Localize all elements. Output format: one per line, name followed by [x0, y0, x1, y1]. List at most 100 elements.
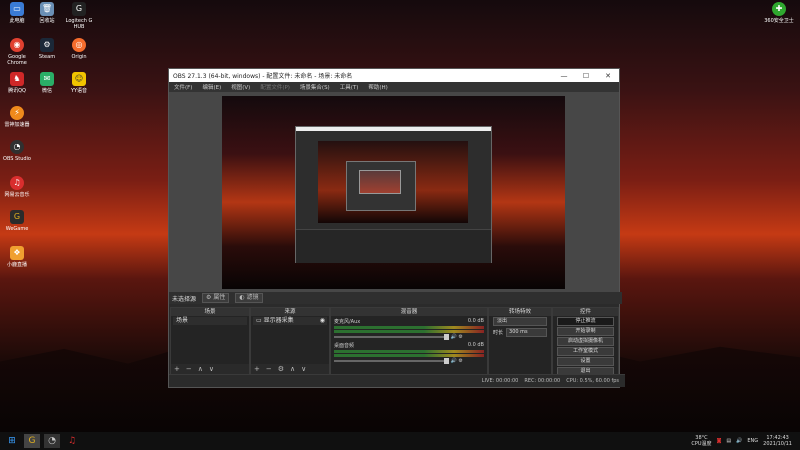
menu-bar: 文件(F) 编辑(E) 视图(V) 配置文件(P) 场景集合(S) 工具(T) …	[169, 82, 619, 92]
recursive-docks	[296, 229, 491, 263]
title-bar[interactable]: OBS 27.1.3 (64-bit, windows) - 配置文件: 未命名…	[169, 69, 619, 82]
yy-icon: ☺	[72, 72, 86, 86]
language-indicator[interactable]: ENG	[747, 438, 758, 444]
computer-icon: ▭	[10, 2, 24, 16]
menu-file[interactable]: 文件(F)	[169, 83, 197, 91]
logitech-icon: G	[72, 2, 86, 16]
speaker-icon[interactable]: 🔊	[451, 334, 457, 340]
desktop-icon-wegame[interactable]: G WeGame	[0, 210, 34, 232]
add-icon[interactable]: +	[174, 365, 180, 373]
origin-icon: ◎	[72, 38, 86, 52]
channel-db: 0.0 dB	[467, 342, 484, 348]
channel-name: 麦克风/Aux	[334, 319, 361, 325]
obs-window[interactable]: OBS 27.1.3 (64-bit, windows) - 配置文件: 未命名…	[168, 68, 625, 388]
volume-meter	[334, 326, 484, 329]
cpu-status: CPU: 0.5%, 60.00 fps	[566, 378, 619, 384]
desktop-icon-xiaolu[interactable]: ❖ 小鹿直播	[0, 246, 34, 268]
recursive-preview	[318, 141, 468, 223]
desktop-icon-steam[interactable]: ⚙ Steam	[30, 38, 64, 60]
clock-date: 2021/10/11	[763, 441, 792, 447]
start-recording-button[interactable]: 开始录制	[557, 327, 614, 336]
maximize-icon[interactable]: ☐	[575, 72, 597, 80]
slider-knob[interactable]	[444, 334, 449, 340]
desktop-icon-360[interactable]: ✚ 360安全卫士	[762, 2, 796, 24]
remove-icon[interactable]: −	[266, 365, 272, 373]
sources-header: 来源	[251, 308, 329, 316]
mixer-channel-mic: 麦克风/Aux 0.0 dB 🔊 ⚙	[334, 318, 484, 340]
remove-icon[interactable]: −	[186, 365, 192, 373]
transitions-header: 转场特效	[489, 308, 551, 316]
recursive-preview-2	[359, 170, 401, 194]
menu-help[interactable]: 帮助(H)	[363, 83, 392, 91]
minimize-icon[interactable]: —	[553, 72, 575, 80]
desktop-icon-obs[interactable]: ◔ OBS Studio	[0, 140, 34, 162]
obs-icon: ◔	[10, 140, 24, 154]
duration-label: 时长	[493, 330, 504, 336]
desktop-icon-qq[interactable]: ♞ 腾讯QQ	[0, 72, 34, 94]
rec-status: REC: 00:00:00	[524, 378, 561, 384]
recursive-title-bar	[296, 127, 491, 131]
transition-select[interactable]: 淡出	[493, 317, 547, 326]
menu-view[interactable]: 视图(V)	[226, 83, 255, 91]
wechat-icon: ✉	[40, 72, 54, 86]
move-down-icon[interactable]: ∨	[209, 365, 214, 373]
recycle-bin-icon: 🗑	[40, 2, 54, 16]
slider-knob[interactable]	[444, 358, 449, 364]
menu-scene-collection[interactable]: 场景集合(S)	[295, 83, 335, 91]
clock[interactable]: 17:42:43 2021/10/11	[763, 435, 792, 447]
volume-meter	[334, 350, 484, 353]
mixer-channel-desktop: 桌面音频 0.0 dB 🔊 ⚙	[334, 342, 484, 364]
studio-mode-button[interactable]: 工作室模式	[557, 347, 614, 356]
scenes-dock: 场景 场景 + − ∧ ∨	[170, 307, 250, 375]
recursive-obs-window	[295, 126, 492, 263]
add-icon[interactable]: +	[254, 365, 260, 373]
desktop-icon-chrome[interactable]: ◉ Google Chrome	[0, 38, 34, 66]
duration-input[interactable]: 300 ms	[506, 328, 547, 337]
menu-profile[interactable]: 配置文件(P)	[255, 83, 295, 91]
volume-slider[interactable]	[334, 334, 449, 340]
tray-app-icon[interactable]: ◙	[717, 438, 722, 444]
network-icon[interactable]: ▤	[726, 438, 731, 444]
windows-start-icon[interactable]: ⊞	[4, 434, 20, 448]
move-up-icon[interactable]: ∧	[198, 365, 203, 373]
desktop-icon-netease-music[interactable]: ♫ 网易云音乐	[0, 176, 34, 198]
netease-music-taskbar-icon[interactable]: ♫	[64, 434, 80, 448]
source-item[interactable]: ▭ 显示器采集 ◉	[253, 317, 327, 325]
desktop-icon-this-pc[interactable]: ▭ 此电脑	[0, 2, 34, 24]
source-label: 显示器采集	[263, 317, 294, 324]
desktop-icon-recycle-bin[interactable]: 🗑 回收站	[30, 2, 64, 24]
scene-item[interactable]: 场景	[173, 317, 247, 325]
gear-icon[interactable]: ⚙	[458, 334, 462, 340]
visibility-icon[interactable]: ◉	[320, 317, 327, 325]
mixer-header: 混音器	[331, 308, 487, 316]
volume-icon[interactable]: 🔊	[736, 438, 742, 444]
move-up-icon[interactable]: ∧	[290, 365, 295, 373]
settings-button[interactable]: 设置	[557, 357, 614, 366]
properties-button[interactable]: ⚙ 属性	[202, 293, 230, 303]
menu-tools[interactable]: 工具(T)	[335, 83, 364, 91]
wegame-icon: G	[10, 210, 24, 224]
gear-icon[interactable]: ⚙	[278, 365, 284, 373]
obs-taskbar-icon[interactable]: ◔	[44, 434, 60, 448]
filters-label: 滤镜	[246, 294, 259, 301]
desktop-icon-origin[interactable]: ◎ Origin	[62, 38, 96, 60]
properties-label: 属性	[213, 294, 226, 301]
stop-streaming-button[interactable]: 停止推流	[557, 317, 614, 326]
desktop-icon-logitech[interactable]: G Logitech G HUB	[62, 2, 96, 30]
move-down-icon[interactable]: ∨	[301, 365, 306, 373]
system-tray: 38°C CPU温度 ◙ ▤ 🔊 ENG 17:42:43 2021/10/11	[691, 435, 800, 447]
volume-slider[interactable]	[334, 358, 449, 364]
live-status: LIVE: 00:00:00	[481, 378, 519, 384]
desktop-icon-yy[interactable]: ☺ YY语音	[62, 72, 96, 94]
filters-button[interactable]: ◐ 滤镜	[235, 293, 263, 303]
close-icon[interactable]: ✕	[597, 72, 619, 80]
desktop-icon-wechat[interactable]: ✉ 微信	[30, 72, 64, 94]
wegame-taskbar-icon[interactable]: G	[24, 434, 40, 448]
desktop-icon-leishen[interactable]: ⚡ 雷神加速器	[0, 106, 34, 128]
start-virtual-camera-button[interactable]: 启动虚拟摄像机	[557, 337, 614, 346]
preview-canvas[interactable]	[222, 96, 565, 289]
speaker-icon[interactable]: 🔊	[451, 358, 457, 364]
menu-edit[interactable]: 编辑(E)	[197, 83, 226, 91]
gear-icon[interactable]: ⚙	[458, 358, 462, 364]
recursive-obs-window-2	[346, 161, 416, 211]
